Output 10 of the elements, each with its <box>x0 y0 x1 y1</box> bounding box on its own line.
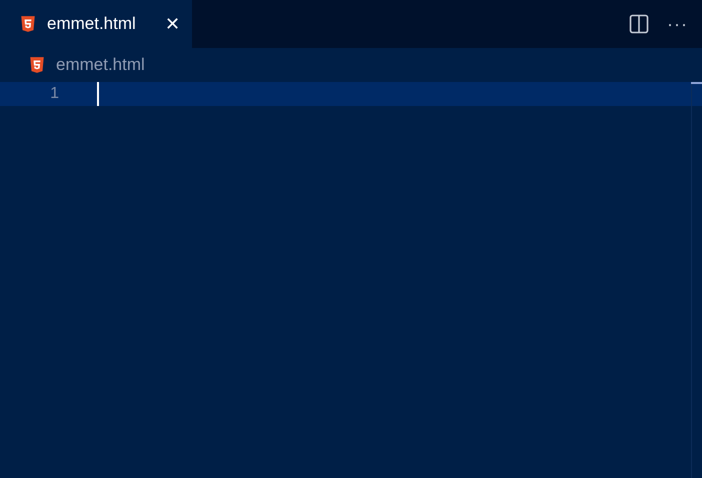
html-file-icon <box>19 15 37 33</box>
scrollbar-marker <box>691 82 702 84</box>
line-number: 1 <box>49 85 60 103</box>
breadcrumb[interactable]: emmet.html <box>0 48 702 82</box>
more-actions-icon[interactable]: ··· <box>667 14 688 34</box>
close-icon[interactable]: ✕ <box>165 13 180 35</box>
editor-tab[interactable]: emmet.html ✕ <box>0 0 192 48</box>
split-editor-icon[interactable] <box>629 14 650 34</box>
text-cursor <box>97 82 99 106</box>
html-file-icon <box>28 56 46 74</box>
